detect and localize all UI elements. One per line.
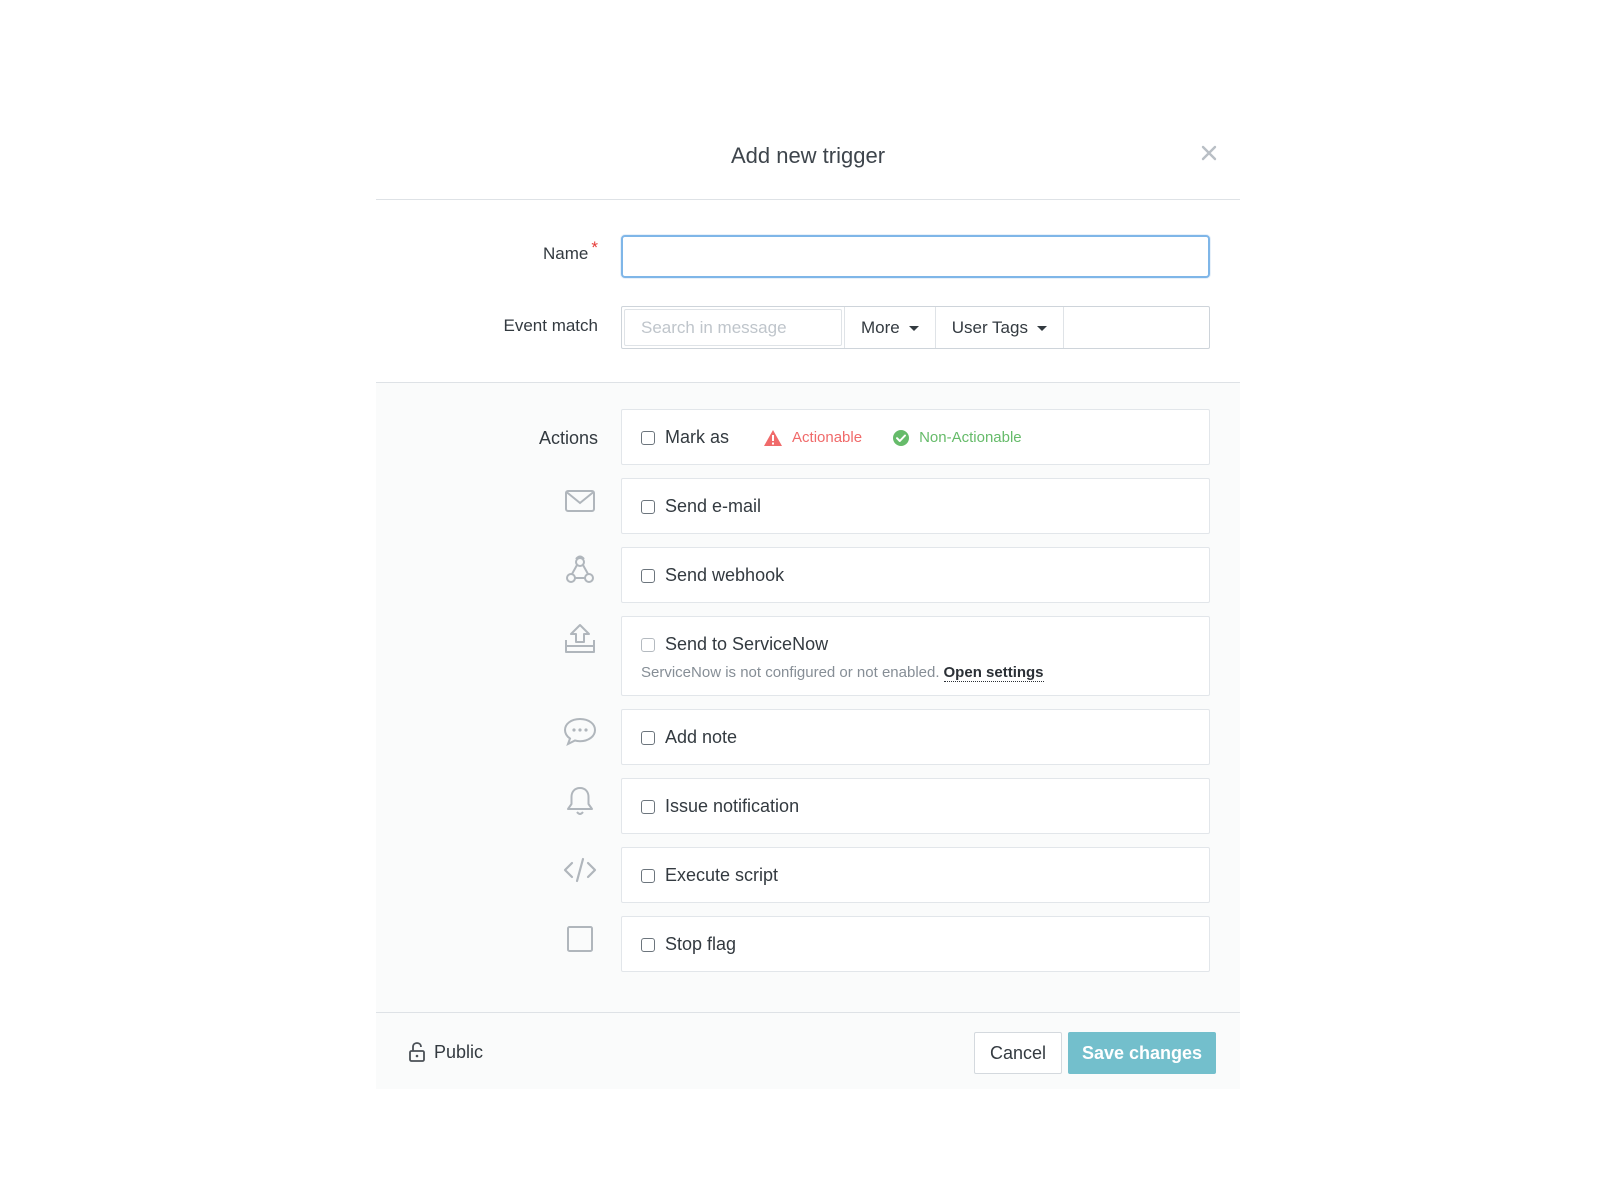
more-dropdown-label: More bbox=[861, 317, 900, 337]
action-mark-as: Mark as Actionable Non-Actionable bbox=[621, 409, 1210, 465]
name-label: Name * bbox=[543, 238, 598, 263]
more-dropdown[interactable]: More bbox=[844, 307, 935, 348]
name-input[interactable] bbox=[621, 235, 1210, 278]
modal-header: Add new trigger bbox=[376, 110, 1240, 200]
user-tags-dropdown[interactable]: User Tags bbox=[934, 307, 1064, 348]
mark-as-label: Mark as bbox=[665, 427, 730, 447]
actionable-label: Actionable bbox=[792, 429, 863, 446]
event-match-label: Event match bbox=[503, 316, 599, 335]
actions-section: Actions Mark as Actionable Non-Actionabl… bbox=[376, 383, 1240, 1013]
action-send-email: Send e-mail bbox=[621, 478, 1210, 534]
public-label: Public bbox=[434, 1041, 484, 1062]
stop-flag-label: Stop flag bbox=[665, 934, 737, 954]
actionable-option[interactable]: Actionable bbox=[763, 429, 862, 447]
servicenow-note: ServiceNow is not configured or not enab… bbox=[641, 664, 1044, 682]
issue-notification-label: Issue notification bbox=[665, 796, 800, 816]
upload-tray-icon bbox=[562, 621, 598, 657]
square-icon bbox=[562, 921, 598, 957]
action-send-servicenow: Send to ServiceNow ServiceNow is not con… bbox=[621, 616, 1210, 696]
actions-label: Actions bbox=[538, 428, 598, 448]
code-icon bbox=[562, 852, 598, 888]
add-trigger-modal: Add new trigger Name* Event match More U… bbox=[376, 110, 1240, 1090]
required-mark: * bbox=[591, 238, 598, 257]
save-changes-button[interactable]: Save changes bbox=[1068, 1032, 1216, 1074]
send-servicenow-label: Send to ServiceNow bbox=[665, 634, 829, 654]
search-in-message-input[interactable] bbox=[624, 309, 842, 346]
webhook-icon bbox=[562, 552, 598, 588]
modal-title: Add new trigger bbox=[730, 143, 886, 168]
speech-bubble-icon bbox=[562, 713, 598, 749]
send-email-label: Send e-mail bbox=[665, 496, 762, 516]
mark-as-checkbox[interactable] bbox=[641, 430, 655, 445]
open-settings-link[interactable]: Open settings bbox=[943, 664, 1044, 682]
non-actionable-option[interactable]: Non-Actionable bbox=[892, 429, 1022, 447]
send-email-checkbox[interactable] bbox=[641, 499, 655, 514]
execute-script-label: Execute script bbox=[665, 865, 779, 885]
action-send-webhook: Send webhook bbox=[621, 547, 1210, 603]
add-note-checkbox[interactable] bbox=[641, 730, 655, 745]
stop-flag-checkbox[interactable] bbox=[641, 937, 655, 952]
send-servicenow-checkbox[interactable] bbox=[641, 637, 655, 652]
user-tags-dropdown-label: User Tags bbox=[951, 317, 1028, 337]
envelope-icon bbox=[562, 483, 598, 519]
action-execute-script: Execute script bbox=[621, 847, 1210, 903]
send-webhook-label: Send webhook bbox=[665, 565, 785, 585]
public-toggle[interactable]: Public bbox=[408, 1041, 483, 1063]
cancel-button[interactable]: Cancel bbox=[974, 1032, 1062, 1074]
send-webhook-checkbox[interactable] bbox=[641, 568, 655, 583]
caret-down-icon bbox=[1036, 326, 1047, 331]
bell-icon bbox=[562, 783, 598, 819]
action-add-note: Add note bbox=[621, 709, 1210, 765]
action-stop-flag: Stop flag bbox=[621, 916, 1210, 972]
add-note-label: Add note bbox=[665, 727, 738, 747]
close-icon[interactable] bbox=[1198, 142, 1220, 164]
unlock-icon bbox=[409, 1042, 425, 1062]
warning-icon bbox=[764, 429, 783, 446]
trigger-form: Name* Event match More User Tags bbox=[376, 200, 1240, 383]
servicenow-note-text: ServiceNow is not configured or not enab… bbox=[641, 664, 940, 681]
caret-down-icon bbox=[908, 326, 919, 331]
modal-footer: Public Cancel Save changes bbox=[376, 1013, 1240, 1089]
non-actionable-label: Non-Actionable bbox=[919, 429, 1022, 446]
check-circle-icon bbox=[893, 429, 910, 446]
execute-script-checkbox[interactable] bbox=[641, 868, 655, 883]
action-issue-notification: Issue notification bbox=[621, 778, 1210, 834]
event-match-box: More User Tags bbox=[621, 306, 1210, 349]
issue-notification-checkbox[interactable] bbox=[641, 799, 655, 814]
